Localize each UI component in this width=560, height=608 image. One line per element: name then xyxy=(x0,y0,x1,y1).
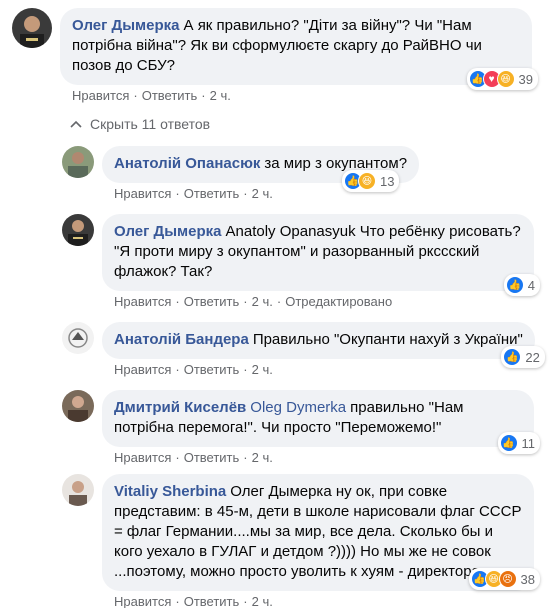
comment-text: Правильно "Окупанти нахуй з України" xyxy=(252,331,523,348)
reaction-summary[interactable]: 👍 4 xyxy=(503,274,540,296)
timestamp[interactable]: 2 ч. xyxy=(252,362,273,377)
haha-reaction-icon: 😆 xyxy=(358,172,376,190)
reply-comment: Олег Дымерка Anatoly Opanasyuk Что ребёнк… xyxy=(62,214,540,310)
reaction-summary[interactable]: 👍 😆 13 xyxy=(342,170,400,192)
avatar[interactable] xyxy=(62,322,94,354)
comment-author[interactable]: Олег Дымерка xyxy=(114,223,222,240)
comment-actions: Нравится · Ответить · 2 ч. · Отредактировано xyxy=(114,294,393,309)
reply-link[interactable]: Ответить xyxy=(184,186,240,201)
like-link[interactable]: Нравится xyxy=(114,450,171,465)
reply-comment: Анатолій Бандера Правильно "Окупанти наху… xyxy=(62,322,545,378)
like-reaction-icon: 👍 xyxy=(499,434,518,452)
timestamp[interactable]: 2 ч. xyxy=(252,294,273,309)
comment-author[interactable]: Олег Дымерка xyxy=(72,17,180,34)
comment-thread: Олег Дымерка А як правильно? "Діти за вій… xyxy=(0,0,560,608)
reaction-count: 38 xyxy=(520,571,535,587)
timestamp[interactable]: 2 ч. xyxy=(252,186,273,201)
comment-bubble: Дмитрий Киселёв Oleg Dymerka правильно "На… xyxy=(102,390,534,447)
like-link[interactable]: Нравится xyxy=(72,88,129,103)
reaction-count: 22 xyxy=(525,349,540,365)
comment-actions: Нравится · Ответить · 2 ч. xyxy=(114,450,273,465)
like-link[interactable]: Нравится xyxy=(114,594,171,608)
haha-reaction-icon: 😆 xyxy=(496,70,515,88)
comment-bubble: Олег Дымерка Anatoly Opanasyuk Что ребёнк… xyxy=(102,214,534,291)
comment-bubble: Анатолій Бандера Правильно "Окупанти наху… xyxy=(102,322,535,359)
comment-author[interactable]: Дмитрий Киселёв xyxy=(114,399,246,416)
reaction-summary[interactable]: 👍 😆 😠 38 xyxy=(468,568,540,590)
comment-actions: Нравится · Ответить · 2 ч. xyxy=(114,362,273,377)
comment-author[interactable]: Vitaliy Sherbina xyxy=(114,483,226,500)
chevron-up-icon xyxy=(70,120,82,128)
reaction-summary[interactable]: 👍 ♥ 😆 39 xyxy=(466,68,538,90)
reply-link[interactable]: Ответить xyxy=(142,88,198,103)
reaction-summary[interactable]: 👍 22 xyxy=(501,346,545,368)
reply-comment: Vitaliy Sherbina Олег Дымерка ну ок, при … xyxy=(62,474,540,608)
avatar[interactable] xyxy=(62,474,94,506)
comment-bubble: Олег Дымерка А як правильно? "Діти за вій… xyxy=(60,8,532,85)
like-link[interactable]: Нравится xyxy=(114,186,171,201)
comment-actions: Нравится · Ответить · 2 ч. xyxy=(114,594,273,608)
reply-link[interactable]: Ответить xyxy=(184,362,240,377)
hide-replies-button[interactable]: Скрыть 11 ответов xyxy=(70,116,210,132)
reaction-summary[interactable]: 👍 11 xyxy=(497,432,540,454)
comment-actions: Нравится · Ответить · 2 ч. xyxy=(72,88,231,103)
mention-link[interactable]: Oleg Dymerka xyxy=(250,399,346,416)
avatar[interactable] xyxy=(12,8,52,48)
reply-link[interactable]: Ответить xyxy=(184,294,240,309)
hide-replies-label: Скрыть 11 ответов xyxy=(90,116,211,132)
reply-comment: Дмитрий Киселёв Oleg Dymerka правильно "На… xyxy=(62,390,540,466)
timestamp[interactable]: 2 ч. xyxy=(252,594,273,608)
reply-link[interactable]: Ответить xyxy=(184,450,240,465)
reply-comment: Анатолій Опанасюк за мир з окупантом? 👍 😆… xyxy=(62,146,420,202)
reply-link[interactable]: Ответить xyxy=(184,594,240,608)
timestamp[interactable]: 2 ч. xyxy=(210,88,231,103)
angry-reaction-icon: 😠 xyxy=(498,570,517,588)
reaction-count: 13 xyxy=(380,173,395,189)
like-link[interactable]: Нравится xyxy=(114,362,171,377)
comment-author[interactable]: Анатолій Бандера xyxy=(114,331,249,348)
reaction-count: 39 xyxy=(518,71,533,87)
like-reaction-icon: 👍 xyxy=(505,276,524,294)
avatar[interactable] xyxy=(62,214,94,246)
timestamp[interactable]: 2 ч. xyxy=(252,450,273,465)
like-reaction-icon: 👍 xyxy=(503,348,522,366)
avatar[interactable] xyxy=(62,390,94,422)
reaction-count: 11 xyxy=(521,435,536,451)
comment-author[interactable]: Анатолій Опанасюк xyxy=(114,155,260,172)
edited-label: Отредактировано xyxy=(285,294,393,309)
like-link[interactable]: Нравится xyxy=(114,294,171,309)
comment: Олег Дымерка А як правильно? "Діти за вій… xyxy=(12,8,538,104)
reaction-count: 4 xyxy=(527,277,535,293)
avatar[interactable] xyxy=(62,146,94,178)
